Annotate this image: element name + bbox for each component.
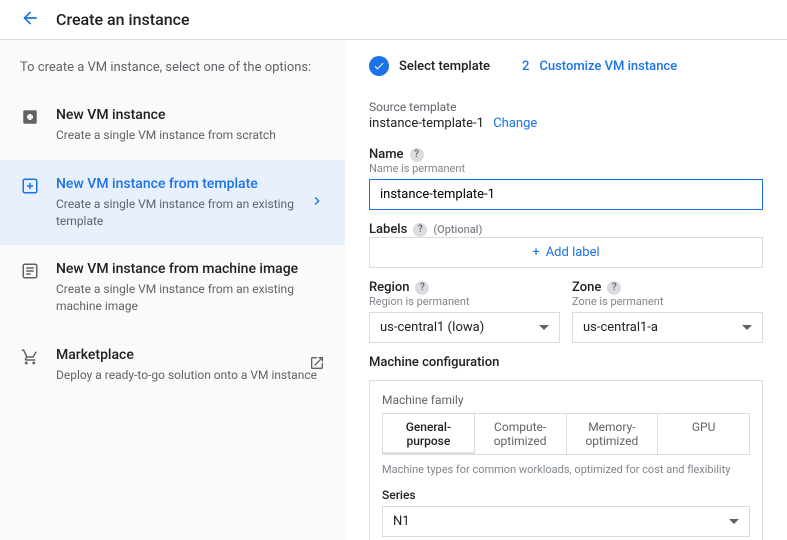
chevron-right-icon [309,193,325,213]
zone-select[interactable]: us-central1-a [572,312,763,343]
option-title: New VM instance from machine image [56,261,325,277]
region-hint: Region is permanent [369,295,560,308]
tab-memory-optimized[interactable]: Memory-optimized [567,414,659,454]
name-field-group: Name ? Name is permanent [369,147,763,210]
help-icon[interactable]: ? [413,223,427,237]
machine-family-label: Machine family [382,393,750,407]
region-label: Region [369,280,409,295]
source-value: instance-template-1 [369,116,484,131]
step-customize[interactable]: 2 Customize VM instance [522,59,677,74]
name-label: Name [369,147,404,162]
series-value: N1 [393,514,410,529]
page-title: Create an instance [56,10,190,29]
source-label: Source template [369,100,763,114]
option-new-vm[interactable]: New VM instance Create a single VM insta… [0,91,345,160]
step-select-template[interactable]: Select template [369,56,490,76]
tab-gpu[interactable]: GPU [658,414,749,454]
plus-icon: + [532,245,539,260]
check-icon [369,56,389,76]
option-title: Marketplace [56,347,325,363]
help-icon[interactable]: ? [410,148,424,162]
machine-config-panel: Machine family General-purpose Compute-o… [369,380,763,540]
option-desc: Create a single VM instance from scratch [56,127,325,144]
series-label: Series [382,488,750,502]
option-marketplace[interactable]: Marketplace Deploy a ready-to-go solutio… [0,331,345,400]
labels-label: Labels [369,222,407,237]
add-label-text: Add label [546,245,600,260]
labels-optional: (Optional) [433,223,482,236]
chevron-down-icon [729,519,739,524]
back-arrow-icon[interactable] [20,8,40,32]
help-icon[interactable]: ? [607,281,621,295]
option-new-vm-image[interactable]: New VM instance from machine image Creat… [0,245,345,331]
step-label: Select template [399,59,490,74]
template-icon [20,176,40,196]
help-icon[interactable]: ? [415,281,429,295]
option-title: New VM instance from template [56,176,325,192]
step-number: 2 [522,59,529,74]
region-field-group: Region ? Region is permanent us-central1… [369,280,560,343]
launch-icon [309,355,325,375]
chevron-down-icon [539,325,549,330]
machine-family-tabs: General-purpose Compute-optimized Memory… [382,413,750,455]
zone-label: Zone [572,280,601,295]
option-desc: Create a single VM instance from an exis… [56,196,325,230]
option-title: New VM instance [56,107,325,123]
series-select[interactable]: N1 [382,506,750,537]
step-label: Customize VM instance [539,59,677,74]
machine-config-heading: Machine configuration [369,355,763,370]
sidebar: To create a VM instance, select one of t… [0,40,345,540]
family-note: Machine types for common workloads, opti… [382,463,750,476]
chevron-down-icon [742,325,752,330]
zone-hint: Zone is permanent [572,295,763,308]
tab-general-purpose[interactable]: General-purpose [383,414,475,454]
stepper: Select template 2 Customize VM instance [369,56,763,76]
labels-field-group: Labels ? (Optional) + Add label [369,222,763,268]
option-desc: Create a single VM instance from an exis… [56,281,325,315]
zone-field-group: Zone ? Zone is permanent us-central1-a [572,280,763,343]
source-template-section: Source template instance-template-1 Chan… [369,100,763,131]
region-value: us-central1 (Iowa) [380,320,484,335]
name-input[interactable] [369,179,763,210]
cart-icon [20,347,40,367]
zone-value: us-central1-a [583,320,658,335]
vm-icon [20,107,40,127]
page-header: Create an instance [0,0,787,40]
change-link[interactable]: Change [493,116,537,131]
region-select[interactable]: us-central1 (Iowa) [369,312,560,343]
image-icon [20,261,40,281]
option-new-vm-template[interactable]: New VM instance from template Create a s… [0,160,345,246]
name-hint: Name is permanent [369,162,763,175]
option-desc: Deploy a ready-to-go solution onto a VM … [56,367,325,384]
tab-compute-optimized[interactable]: Compute-optimized [475,414,567,454]
add-label-button[interactable]: + Add label [369,237,763,268]
sidebar-intro: To create a VM instance, select one of t… [0,60,345,91]
main-content: Select template 2 Customize VM instance … [345,40,787,540]
